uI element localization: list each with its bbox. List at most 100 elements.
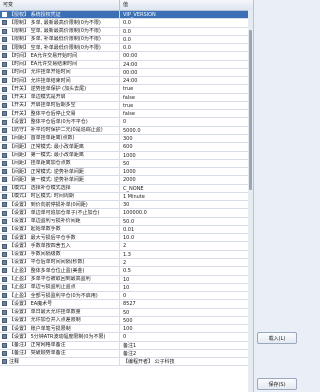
table-row[interactable]: 【止盈】 单边亏损盈利止盈点 10 <box>0 283 253 293</box>
parameter-value[interactable]: 24:00 <box>120 61 253 68</box>
table-row[interactable]: 【开关】 逆势挂单保护 (加头去尾) true <box>0 85 253 94</box>
table-row[interactable]: 【设置】 单边单可追加仓单子(不止加仓) 100000.0 <box>0 209 253 218</box>
table-row[interactable]: 【限制】 多单, 最新最高价限制(0为不限) 0.0 <box>0 19 253 28</box>
table-row[interactable]: 【间距】 正常模式: 最小改单距离 600 <box>0 143 253 152</box>
parameter-name: 【间距】 首单挂单距离(点数) <box>0 134 120 143</box>
parameter-value[interactable]: 10.0 <box>120 234 253 241</box>
table-row[interactable]: 【设置】 EA魔术号 8527 <box>0 300 253 309</box>
table-row[interactable]: 【时间】 允许挂单开始时间 00:00 <box>0 68 253 78</box>
table-row[interactable]: 【设置】 手数间隔级数 1.3 <box>0 250 253 259</box>
parameter-value[interactable]: 00:00 <box>120 69 253 76</box>
column-header-variable[interactable]: 可变 <box>0 0 120 10</box>
parameter-value[interactable]: 0 <box>120 118 253 125</box>
parameter-name: 【限制】 多单, 补单最低价限制(0为不限) <box>0 35 120 44</box>
table-row[interactable]: 【设置】 允许加仓并入点差限制 500 <box>0 316 253 326</box>
parameter-value[interactable]: 0.0 <box>120 44 253 51</box>
table-row[interactable]: 【止盈】 整体多单仓位止盈(美金) 0.5 <box>0 267 253 276</box>
table-row[interactable]: 【开关】 单边模式是开启 false <box>0 93 253 102</box>
parameter-value[interactable]: 500 <box>120 317 253 324</box>
parameter-type-icon <box>2 227 7 233</box>
parameter-value[interactable]: 00:00 <box>120 52 253 59</box>
parameter-type-icon <box>2 111 7 117</box>
parameter-value[interactable]: VIP_VERSION <box>120 11 253 18</box>
table-row[interactable]: 【设置】 最大亏损后平仓手数 10.0 <box>0 234 253 243</box>
parameter-name-label: 【间距】 第一模式: 逆势补单间距 <box>9 176 84 183</box>
table-row[interactable]: 【设置】 账户单笔亏损限制 100 <box>0 325 253 334</box>
parameter-value[interactable]: false <box>120 94 253 101</box>
parameter-value[interactable]: C_NONE <box>120 185 253 192</box>
parameter-value[interactable]: 50.0 <box>120 218 253 225</box>
parameter-value[interactable]: 0 <box>120 292 253 299</box>
save-button[interactable]: 保存(S) <box>257 378 297 390</box>
parameter-value[interactable]: 100 <box>120 325 253 332</box>
parameter-value[interactable]: 0.5 <box>120 267 253 274</box>
table-row[interactable]: 【限制】 空单, 最新最高价限制(0为不限) 0.0 <box>0 27 253 36</box>
table-row[interactable]: 【设置】 5分钟ATR波动幅度限制(0为不限) 0 <box>0 333 253 342</box>
table-row[interactable]: 【限制】 多单, 补单最低价限制(0为不限) 0.0 <box>0 35 253 45</box>
parameter-value[interactable]: 50 <box>120 309 253 316</box>
table-row[interactable]: 【模式】 时区模式: 时间周期 1 Minute <box>0 192 253 202</box>
parameter-value[interactable]: 100000.0 <box>120 209 253 216</box>
table-row[interactable]: 【设置】 单边盈利亏损补价间距 50.0 <box>0 217 253 226</box>
parameter-value[interactable]: 5000.0 <box>120 127 253 134</box>
parameter-value[interactable]: 2 <box>120 259 253 266</box>
parameter-value[interactable]: false <box>120 110 253 117</box>
table-row[interactable]: 【授权】 系统授权凭证 VIP_VERSION <box>0 11 253 20</box>
parameter-value[interactable]: true <box>120 102 253 109</box>
parameter-value[interactable]: 1000 <box>120 168 253 175</box>
table-row[interactable]: 【间距】 首单挂单距离(点数) 300 <box>0 134 253 144</box>
table-row[interactable]: 【间距】 正常模式: 逆势补单间距 1000 <box>0 168 253 177</box>
parameter-value[interactable]: 0.0 <box>120 28 253 35</box>
parameter-value[interactable]: 1000 <box>120 152 253 159</box>
parameter-value[interactable]: 10 <box>120 276 253 283</box>
parameter-value[interactable]: 0 <box>120 333 253 340</box>
table-row[interactable]: 【设置】 到价向前停损补单(0间距) 30 <box>0 201 253 210</box>
parameter-value[interactable]: 0.0 <box>120 36 253 43</box>
table-row[interactable]: 【设置】 单日最大允许挂单数量 50 <box>0 308 253 317</box>
table-row[interactable]: 【备注】 突破顺势单备注 备注2 <box>0 349 253 359</box>
parameter-value[interactable]: 备注2 <box>120 350 253 357</box>
parameter-value[interactable]: 2 <box>120 242 253 249</box>
table-row[interactable]: 【间距】 第一模式: 最小改单距离 1000 <box>0 151 253 160</box>
table-row[interactable]: 【时间】 EA允许交易结束时间 24:00 <box>0 60 253 69</box>
parameter-value[interactable]: 【编程开者】 公子科技 <box>120 358 253 365</box>
table-row[interactable]: 【设置】 起始单数手数 0.01 <box>0 225 253 235</box>
table-row[interactable]: 【设置】 平仓后单时间间隔(秒数) 2 <box>0 258 253 268</box>
parameter-name: 【开关】 整体平仓后停止交易 <box>0 110 120 118</box>
table-row[interactable]: 【防守】 补平均时保护二元(0是追踪止盈) 5000.0 <box>0 126 253 135</box>
parameter-value[interactable]: 1 Minute <box>120 193 253 200</box>
parameter-value[interactable]: 0.01 <box>120 226 253 233</box>
parameter-value[interactable]: 8527 <box>120 300 253 307</box>
parameter-value[interactable]: 备注1 <box>120 342 253 349</box>
parameter-value[interactable]: 1.3 <box>120 251 253 258</box>
table-row[interactable]: 【间距】 第一模式: 逆势补单间距 2000 <box>0 176 253 185</box>
parameter-value[interactable]: 50 <box>120 160 253 167</box>
table-row[interactable]: 【间距】 挂单距离加仓点数 50 <box>0 159 253 169</box>
table-row[interactable]: 【止盈】 多单平仓被取回到最高盈利 10 <box>0 275 253 284</box>
parameter-value[interactable]: 2000 <box>120 176 253 183</box>
parameter-name-label: 【设置】 到价向前停损补单(0间距) <box>9 201 88 208</box>
column-header-value[interactable]: 值 <box>120 0 253 10</box>
table-row[interactable]: 【模式】 选择补仓模式选择 C_NONE <box>0 184 253 193</box>
table-row[interactable]: 【开关】 整体平仓后停止交易 false <box>0 110 253 119</box>
table-row[interactable]: 注释 【编程开者】 公子科技 <box>0 358 253 367</box>
table-row[interactable]: 【限制】 空单, 补单最低价限制(0为不限) 0.0 <box>0 44 253 53</box>
table-row[interactable]: 【开关】 开启挂单时后期多空 true <box>0 101 253 111</box>
table-row[interactable]: 【止盈】 全部亏损盈利平仓(0为不启用) 0 <box>0 292 253 301</box>
parameter-value[interactable]: 10 <box>120 284 253 291</box>
parameter-value[interactable]: 300 <box>120 135 253 142</box>
table-row[interactable]: 【设置】 整体平仓后单(0为不平仓) 0 <box>0 118 253 127</box>
parameter-type-icon <box>2 45 7 51</box>
parameter-value[interactable]: 30 <box>120 201 253 208</box>
scrollbar-thumb[interactable] <box>249 30 252 190</box>
parameter-value[interactable]: true <box>120 85 253 92</box>
parameter-value[interactable]: 0.0 <box>120 19 253 26</box>
table-row[interactable]: 【时间】 EA允许交易开始时间 00:00 <box>0 52 253 61</box>
parameter-value[interactable]: 600 <box>120 143 253 150</box>
table-row[interactable]: 【备注】 正常网格单备注 备注1 <box>0 341 253 350</box>
table-row[interactable]: 【时间】 允许挂单结束时间 24:00 <box>0 77 253 86</box>
table-row[interactable]: 【设置】 手数单按四舍五入 2 <box>0 242 253 251</box>
vertical-scrollbar[interactable] <box>248 10 253 392</box>
parameter-value[interactable]: 24:00 <box>120 77 253 84</box>
load-button[interactable]: 载入(L) <box>257 332 297 344</box>
